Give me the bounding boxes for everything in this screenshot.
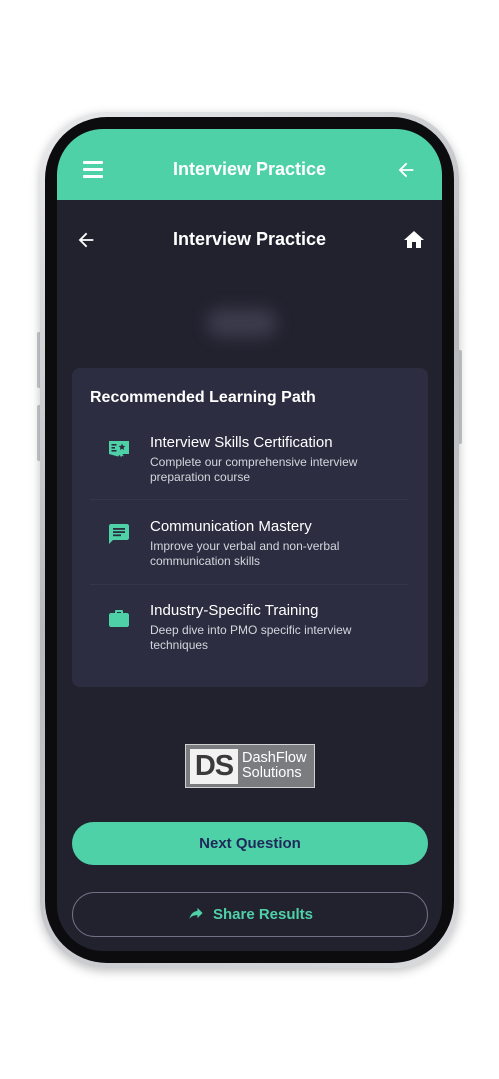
phone-frame: Interview Practice Interview Practice Re… bbox=[40, 112, 459, 968]
item-description: Deep dive into PMO specific interview te… bbox=[150, 623, 352, 652]
card-title: Recommended Learning Path bbox=[90, 389, 316, 406]
divider bbox=[90, 584, 408, 585]
chat-message-icon bbox=[109, 524, 129, 544]
certificate-icon bbox=[109, 441, 129, 458]
share-results-label: Share Results bbox=[212, 906, 314, 923]
briefcase-icon bbox=[109, 610, 129, 627]
logo-mark: DS bbox=[190, 749, 238, 784]
item-description: Improve your verbal and non-verbal commu… bbox=[150, 539, 340, 568]
item-title: Interview Skills Certification bbox=[150, 434, 333, 451]
logo-name-line1: DashFlow bbox=[242, 750, 307, 766]
app-bar: Interview Practice bbox=[57, 129, 442, 200]
page-title: Interview Practice bbox=[172, 229, 327, 249]
divider bbox=[90, 499, 408, 500]
item-title: Communication Mastery bbox=[150, 518, 312, 535]
blurred-placeholder bbox=[207, 309, 277, 337]
company-logo: DS DashFlow Solutions bbox=[185, 744, 315, 788]
home-icon[interactable] bbox=[402, 228, 426, 252]
app-screen: Interview Practice Interview Practice Re… bbox=[57, 129, 442, 951]
item-description: Complete our comprehensive interview pre… bbox=[150, 455, 358, 484]
app-bar-title: Interview Practice bbox=[172, 159, 327, 179]
next-question-button[interactable]: Next Question bbox=[72, 822, 428, 865]
learning-path-card: Recommended Learning Path Interview Skil… bbox=[72, 368, 428, 687]
share-results-button[interactable]: Share Results bbox=[72, 892, 428, 937]
logo-name-line2: Solutions bbox=[242, 765, 302, 781]
share-arrow-icon bbox=[189, 907, 203, 919]
item-title: Industry-Specific Training bbox=[150, 602, 319, 619]
logo-name: DashFlow Solutions bbox=[242, 751, 306, 781]
arrow-left-icon[interactable] bbox=[395, 159, 417, 181]
